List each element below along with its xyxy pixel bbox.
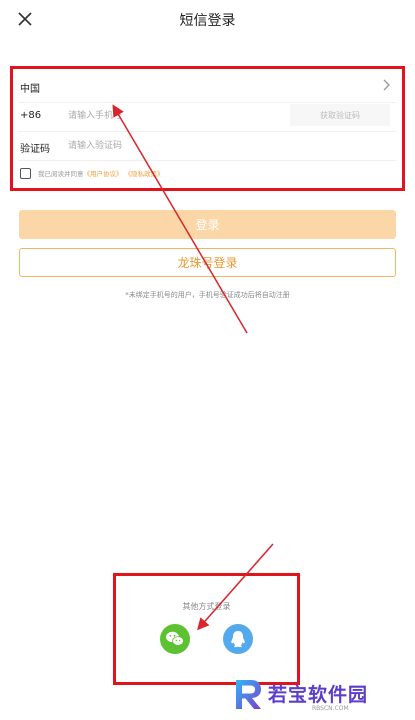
register-hint: *未绑定手机号的用户，手机号验证成功后将自动注册 [125,291,290,299]
highlight-box-other-login [113,573,300,685]
page-title: 短信登录 [179,13,236,29]
watermark-text: 若宝软件园 [268,684,369,706]
longzhu-login-button[interactable]: 龙珠号登录 [19,248,396,277]
watermark-url: RBSCN.COM [312,705,349,712]
login-button[interactable]: 登录 [19,210,396,239]
highlight-box-form [10,66,405,191]
watermark-logo-icon [236,680,261,709]
